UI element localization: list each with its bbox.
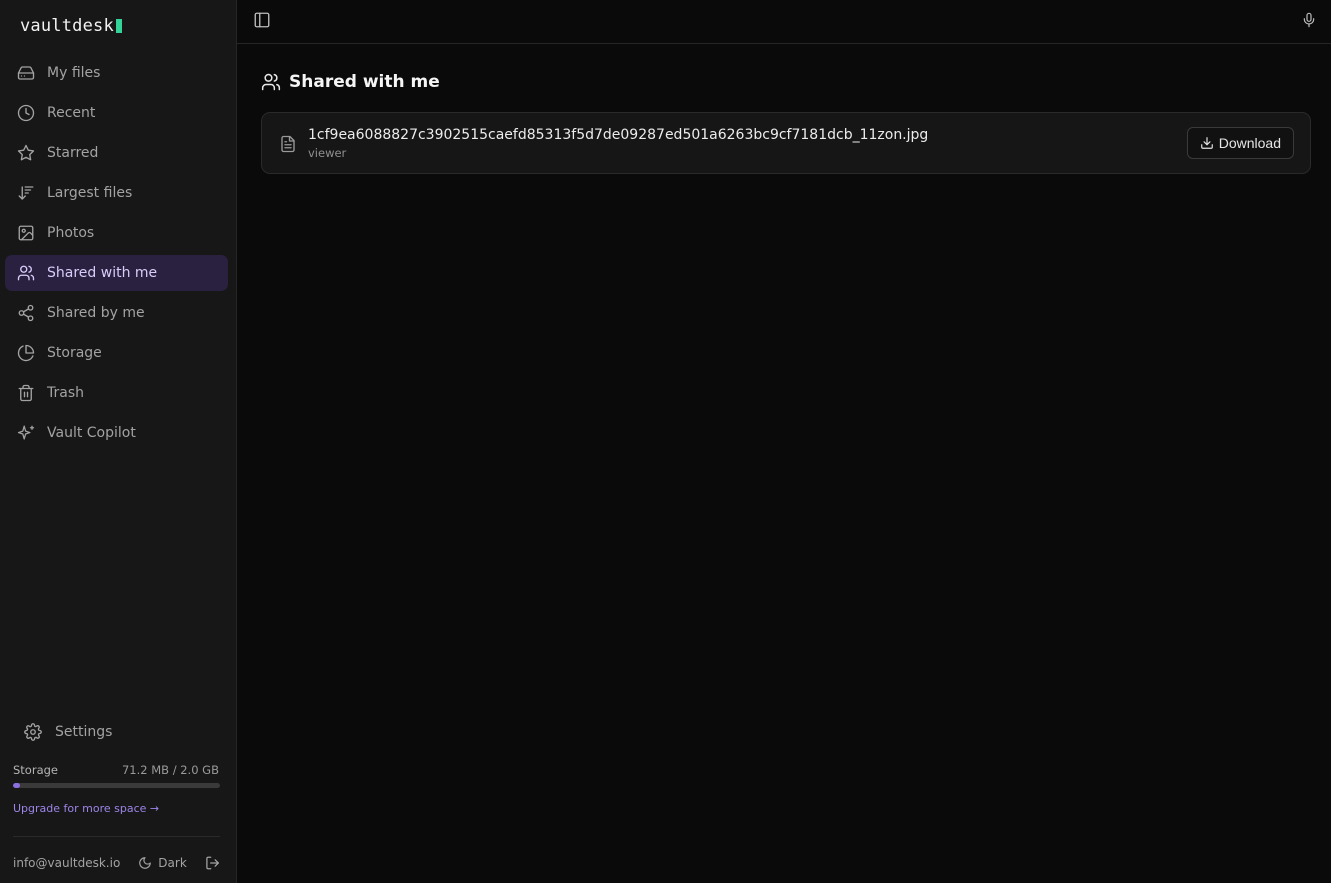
logout-icon[interactable] bbox=[205, 855, 220, 871]
sidebar-item-label: Largest files bbox=[47, 185, 133, 201]
sidebar-item-photos[interactable]: Photos bbox=[5, 215, 228, 251]
sidebar-item-shared-by-me[interactable]: Shared by me bbox=[5, 295, 228, 331]
sidebar-footer: info@vaultdesk.io Dark bbox=[13, 853, 220, 873]
sidebar-item-recent[interactable]: Recent bbox=[5, 95, 228, 131]
sidebar-item-label: Recent bbox=[47, 105, 96, 121]
sidebar-item-shared-with-me[interactable]: Shared with me bbox=[5, 255, 228, 291]
sparkles-icon bbox=[17, 424, 35, 442]
download-icon bbox=[1200, 137, 1213, 149]
sidebar-item-my-files[interactable]: My files bbox=[5, 55, 228, 91]
storage-label: Storage bbox=[13, 763, 58, 777]
gear-icon bbox=[24, 723, 42, 741]
list-item[interactable]: 1cf9ea6088827c3902515caefd85313f5d7de092… bbox=[261, 112, 1311, 174]
moon-icon bbox=[139, 857, 152, 869]
share-icon bbox=[17, 304, 35, 322]
file-role: viewer bbox=[308, 146, 347, 160]
sidebar-item-starred[interactable]: Starred bbox=[5, 135, 228, 171]
file-icon bbox=[281, 135, 295, 153]
image-icon bbox=[17, 224, 35, 242]
sidebar-item-label: Shared by me bbox=[47, 305, 145, 321]
logo-cursor bbox=[115, 19, 122, 33]
sidebar-item-vault-copilot[interactable]: Vault Copilot bbox=[5, 415, 228, 451]
sidebar-item-label: Photos bbox=[47, 225, 95, 241]
sidebar-item-trash[interactable]: Trash bbox=[5, 375, 228, 411]
sidebar-item-label: Starred bbox=[47, 145, 99, 161]
sidebar-item-label: My files bbox=[47, 65, 101, 81]
sidebar-nav: My files Recent Starred Largest files Ph… bbox=[5, 55, 228, 455]
file-name[interactable]: 1cf9ea6088827c3902515caefd85313f5d7de092… bbox=[308, 127, 928, 143]
clock-icon bbox=[17, 104, 35, 122]
storage-progress-fill bbox=[13, 783, 21, 788]
top-bar bbox=[237, 0, 1331, 44]
download-button[interactable]: Download bbox=[1186, 127, 1294, 159]
trash-icon bbox=[17, 384, 35, 402]
storage-progress-bar bbox=[13, 783, 220, 788]
sidebar-divider bbox=[13, 836, 220, 837]
sidebar-toggle-icon[interactable] bbox=[253, 11, 271, 29]
logo-text: vaultdesk bbox=[20, 16, 114, 36]
drive-icon bbox=[17, 64, 35, 82]
sidebar-item-largest-files[interactable]: Largest files bbox=[5, 175, 228, 211]
sidebar: vaultdesk My files Recent Starred Larges… bbox=[0, 0, 237, 883]
star-icon bbox=[17, 144, 35, 162]
settings-button[interactable]: Settings bbox=[24, 720, 112, 744]
theme-label: Dark bbox=[158, 856, 187, 870]
page-title-text: Shared with me bbox=[289, 72, 440, 92]
upgrade-link[interactable]: Upgrade for more space → bbox=[13, 802, 159, 815]
pie-chart-icon bbox=[17, 344, 35, 362]
microphone-icon[interactable] bbox=[1301, 11, 1317, 29]
settings-label: Settings bbox=[55, 724, 113, 740]
users-icon bbox=[17, 264, 35, 282]
page-title: Shared with me bbox=[261, 70, 440, 94]
sidebar-item-label: Vault Copilot bbox=[47, 425, 136, 441]
app-logo[interactable]: vaultdesk bbox=[20, 16, 122, 36]
users-icon bbox=[261, 73, 281, 91]
theme-toggle[interactable]: Dark bbox=[138, 856, 187, 870]
sidebar-item-label: Storage bbox=[47, 345, 102, 361]
sidebar-item-storage[interactable]: Storage bbox=[5, 335, 228, 371]
storage-value: 71.2 MB / 2.0 GB bbox=[121, 763, 219, 777]
sidebar-item-label: Trash bbox=[47, 385, 84, 401]
sort-desc-icon bbox=[17, 184, 35, 202]
download-label: Download bbox=[1218, 135, 1281, 151]
sidebar-item-label: Shared with me bbox=[47, 265, 158, 281]
user-email: info@vaultdesk.io bbox=[13, 856, 121, 870]
